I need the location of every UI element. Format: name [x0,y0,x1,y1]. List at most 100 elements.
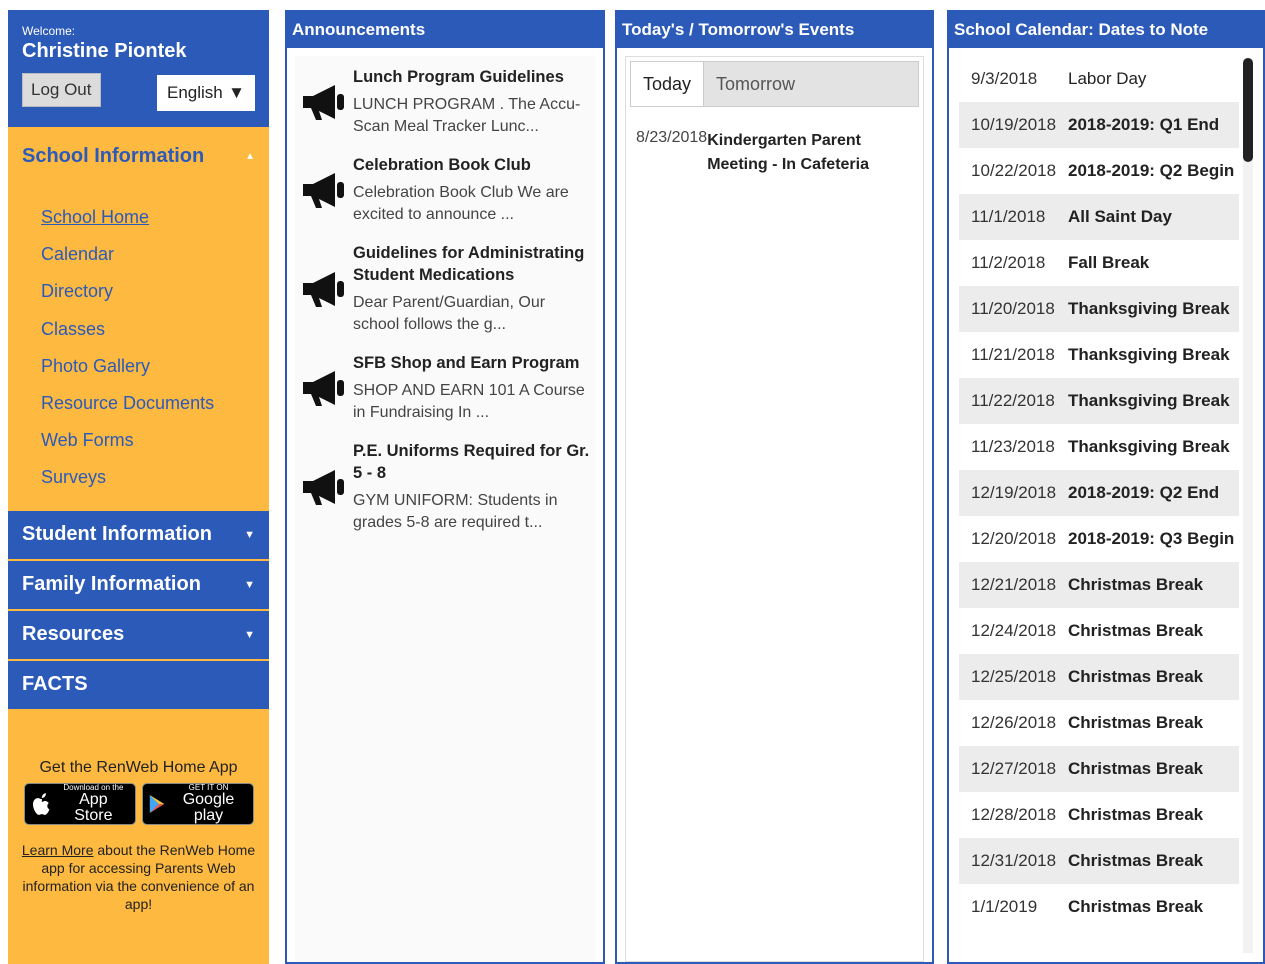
nav-school-home[interactable]: School Home [41,199,269,236]
calendar-row[interactable]: 11/20/2018 Thanksgiving Break [959,286,1239,332]
app-promo-title: Get the RenWeb Home App [39,758,238,776]
user-name: Christine Piontek [22,40,187,62]
section-school-information[interactable]: School Information ▲ [8,131,269,181]
calendar-row[interactable]: 12/24/2018 Christmas Break [959,608,1239,654]
section-title: Family Information [22,573,201,595]
calendar-row[interactable]: 11/1/2018 All Saint Day [959,194,1239,240]
panel-title: Announcements [287,12,603,48]
calendar-row[interactable]: 12/27/2018 Christmas Break [959,746,1239,792]
calendar-row[interactable]: 11/22/2018 Thanksgiving Break [959,378,1239,424]
appstore-large-text: App Store [74,791,113,824]
calendar-event: Thanksgiving Break [1068,299,1230,318]
calendar-row[interactable]: 11/2/2018 Fall Break [959,240,1239,286]
welcome-label: Welcome: [22,24,76,38]
chevron-down-icon: ▼ [244,578,255,591]
announcement-title[interactable]: P.E. Uniforms Required for Gr. 5 - 8 [353,440,591,484]
calendar-row[interactable]: 11/21/2018 Thanksgiving Break [959,332,1239,378]
announcement-item[interactable]: Guidelines for Administrating Student Me… [295,242,595,336]
nav-photo-gallery[interactable]: Photo Gallery [41,348,269,385]
learn-more-link[interactable]: Learn More [22,842,94,858]
announcement-title[interactable]: Guidelines for Administrating Student Me… [353,242,591,286]
event-item[interactable]: 8/23/2018 Kindergarten Parent Meeting - … [626,107,923,177]
section-family-information[interactable]: Family Information ▼ [8,558,269,609]
chevron-up-icon: ▲ [245,150,255,162]
nav-calendar[interactable]: Calendar [41,236,269,273]
calendar-date: 12/28/2018 [971,805,1057,824]
language-select[interactable]: English ▼ [157,75,255,111]
nav-web-forms[interactable]: Web Forms [41,422,269,459]
calendar-row[interactable]: 11/23/2018 Thanksgiving Break [959,424,1239,470]
nav-resource-documents[interactable]: Resource Documents [41,385,269,422]
calendar-row[interactable]: 12/19/2018 2018-2019: Q2 End [959,470,1239,516]
calendar-event: Christmas Break [1068,897,1204,916]
announcement-title[interactable]: SFB Shop and Earn Program [353,352,591,374]
calendar-date: 11/22/2018 [971,391,1055,410]
tab-today[interactable]: Today [631,62,705,106]
calendar-event: 2018-2019: Q3 Begin [1068,529,1235,548]
calendar-row[interactable]: 12/25/2018 Christmas Break [959,654,1239,700]
announcement-title[interactable]: Celebration Book Club [353,154,591,176]
calendar-row[interactable]: 12/26/2018 Christmas Break [959,700,1239,746]
dropdown-arrow-icon: ▼ [228,83,245,102]
announcement-title[interactable]: Lunch Program Guidelines [353,66,591,88]
calendar-row[interactable]: 12/31/2018 Christmas Break [959,838,1239,884]
nav-directory[interactable]: Directory [41,273,269,310]
apple-icon [32,792,49,815]
announcement-snippet: Celebration Book Club We are excited to … [353,184,569,223]
calendar-event: Labor Day [1068,69,1147,88]
announcement-item[interactable]: Celebration Book Club Celebration Book C… [295,154,595,226]
calendar-date: 12/21/2018 [971,575,1057,594]
announcement-snippet: SHOP AND EARN 101 A Course in Fundraisin… [353,382,585,421]
calendar-date: 9/3/2018 [971,69,1038,88]
learn-more-text: Learn More about the RenWeb Home app for… [16,841,261,913]
calendar-date: 11/2/2018 [971,253,1046,272]
app-store-button[interactable]: Download on the App Store [23,782,136,825]
calendar-row[interactable]: 12/28/2018 Christmas Break [959,792,1239,838]
calendar-date: 10/19/2018 [971,115,1057,134]
announcement-item[interactable]: SFB Shop and Earn Program SHOP AND EARN … [295,352,595,424]
calendar-row[interactable]: 12/20/2018 2018-2019: Q3 Begin [959,516,1239,562]
calendar-row[interactable]: 12/21/2018 Christmas Break [959,562,1239,608]
calendar-date: 1/1/2019 [971,897,1038,916]
calendar-event: 2018-2019: Q2 End [1068,483,1220,502]
calendar-row[interactable]: 1/1/2019 Christmas Break [959,884,1239,930]
google-play-button[interactable]: GET IT ON Google play [141,782,254,825]
section-resources[interactable]: Resources ▼ [8,608,269,659]
app-promo: Get the RenWeb Home App Download on the … [8,709,269,913]
section-student-information[interactable]: Student Information ▼ [8,508,269,559]
calendar-row[interactable]: 10/19/2018 2018-2019: Q1 End [959,102,1239,148]
calendar-event: All Saint Day [1068,207,1172,226]
chevron-down-icon: ▼ [244,528,255,541]
megaphone-icon [295,154,353,226]
calendar-scrollbar[interactable] [1243,58,1253,953]
calendar-row[interactable]: 9/3/2018 Labor Day [959,56,1239,102]
scrollbar-thumb[interactable] [1243,58,1253,162]
announcement-item[interactable]: Lunch Program Guidelines LUNCH PROGRAM .… [295,66,595,138]
calendar-event: 2018-2019: Q2 Begin [1068,161,1235,180]
school-calendar-panel: School Calendar: Dates to Note 9/3/2018 L… [947,10,1265,964]
calendar-date: 12/20/2018 [971,529,1057,548]
announcement-item[interactable]: P.E. Uniforms Required for Gr. 5 - 8 GYM… [295,440,595,534]
announcements-panel: Announcements Lunch Program Guidelines L… [285,10,605,964]
events-panel: Today's / Tomorrow's Events Today Tomorr… [615,10,934,964]
chevron-down-icon: ▼ [244,628,255,641]
section-facts[interactable]: FACTS [8,658,269,709]
tab-tomorrow[interactable]: Tomorrow [704,62,807,106]
megaphone-icon [295,242,353,336]
calendar-event: Fall Break [1068,253,1150,272]
calendar-event: Christmas Break [1068,667,1204,686]
logout-button[interactable]: Log Out [22,73,101,107]
calendar-date: 12/24/2018 [971,621,1057,640]
language-value: English [167,83,223,102]
calendar-date: 11/21/2018 [971,345,1055,364]
panel-title: Today's / Tomorrow's Events [617,12,932,48]
nav-surveys[interactable]: Surveys [41,459,269,496]
calendar-event: Thanksgiving Break [1068,345,1230,364]
calendar-row[interactable]: 10/22/2018 2018-2019: Q2 Begin [959,148,1239,194]
events-tabs: Today Tomorrow [630,61,919,107]
calendar-date: 10/22/2018 [971,161,1057,180]
nav-classes[interactable]: Classes [41,311,269,348]
event-title: Kindergarten Parent Meeting - In Cafeter… [707,132,869,173]
calendar-event: Christmas Break [1068,621,1204,640]
megaphone-icon [295,440,353,534]
